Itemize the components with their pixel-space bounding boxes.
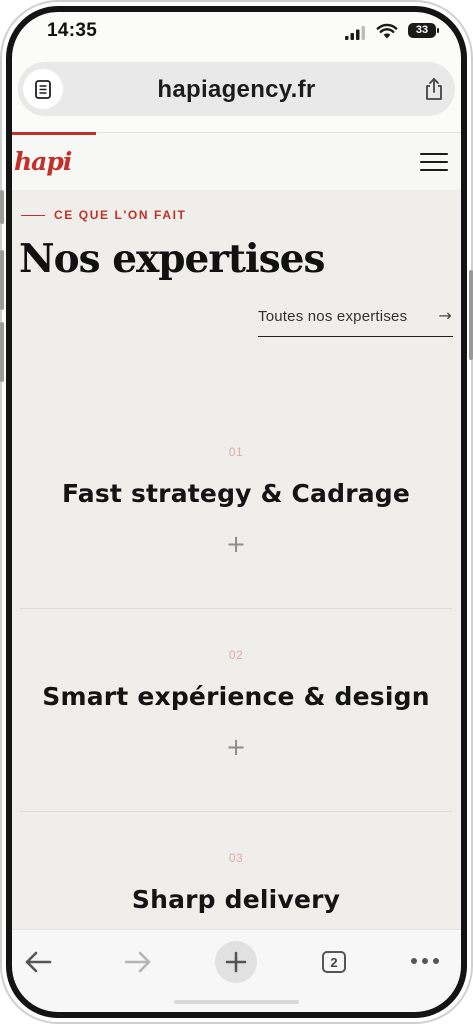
status-bar: 14:35 33: [12, 12, 461, 56]
service-number: 01: [228, 445, 244, 459]
more-dots-icon: [411, 958, 439, 964]
address-bar[interactable]: hapiagency.fr: [18, 62, 455, 116]
service-item-1[interactable]: 01 Fast strategy & Cadrage +: [20, 445, 452, 557]
battery-indicator: 33: [408, 23, 436, 38]
new-tab-button[interactable]: [215, 941, 257, 983]
status-time: 14:35: [47, 20, 98, 41]
arrow-right-icon: →: [438, 306, 452, 325]
page-title: Nos expertises: [19, 236, 325, 282]
divider: [20, 608, 452, 609]
arrow-left-icon: [25, 951, 52, 973]
section-eyebrow: CE QUE L'ON FAIT: [21, 208, 186, 222]
power-button: [469, 270, 473, 360]
back-button[interactable]: [20, 944, 56, 980]
service-item-2[interactable]: 02 Smart expérience & design +: [20, 648, 452, 760]
phone-frame: 14:35 33 hapiagency.fr hapi CE QUE L'ON …: [0, 0, 473, 1024]
service-number: 02: [228, 648, 244, 662]
all-expertises-link-text: Toutes nos expertises: [258, 308, 408, 325]
url-text[interactable]: hapiagency.fr: [18, 76, 455, 104]
plus-icon: [215, 941, 257, 983]
screen: 14:35 33 hapiagency.fr hapi CE QUE L'ON …: [12, 12, 461, 1012]
site-logo[interactable]: hapi: [14, 147, 72, 176]
share-icon: [426, 78, 442, 100]
action-button: [0, 190, 4, 224]
battery-tip: [437, 28, 439, 33]
tabs-count-icon: 2: [322, 951, 346, 973]
service-title[interactable]: Fast strategy & Cadrage: [20, 479, 452, 508]
volume-down-button: [0, 322, 4, 382]
service-number: 03: [228, 851, 244, 865]
divider: [20, 811, 452, 812]
header-accent-bar: [12, 132, 96, 135]
service-title[interactable]: Smart expérience & design: [20, 682, 452, 711]
expand-plus-icon[interactable]: +: [226, 735, 246, 759]
volume-up-button: [0, 250, 4, 310]
eyebrow-text: CE QUE L'ON FAIT: [54, 208, 187, 222]
expand-plus-icon[interactable]: +: [226, 532, 246, 556]
forward-button[interactable]: [120, 944, 156, 980]
site-header: hapi: [12, 132, 461, 192]
tabs-button[interactable]: 2: [322, 951, 346, 973]
cellular-signal-icon: [345, 26, 365, 40]
service-item-3[interactable]: 03 Sharp delivery: [20, 851, 452, 914]
eyebrow-line: [21, 214, 45, 216]
arrow-right-icon: [124, 951, 151, 973]
hamburger-icon[interactable]: [420, 153, 448, 171]
home-indicator: [174, 1000, 299, 1004]
share-button[interactable]: [419, 74, 449, 104]
expertises-section: CE QUE L'ON FAIT Nos expertises Toutes n…: [12, 190, 461, 930]
service-title[interactable]: Sharp delivery: [20, 885, 452, 914]
all-expertises-link[interactable]: Toutes nos expertises →: [258, 304, 453, 337]
wifi-icon: [376, 23, 398, 39]
more-button[interactable]: [408, 944, 442, 978]
